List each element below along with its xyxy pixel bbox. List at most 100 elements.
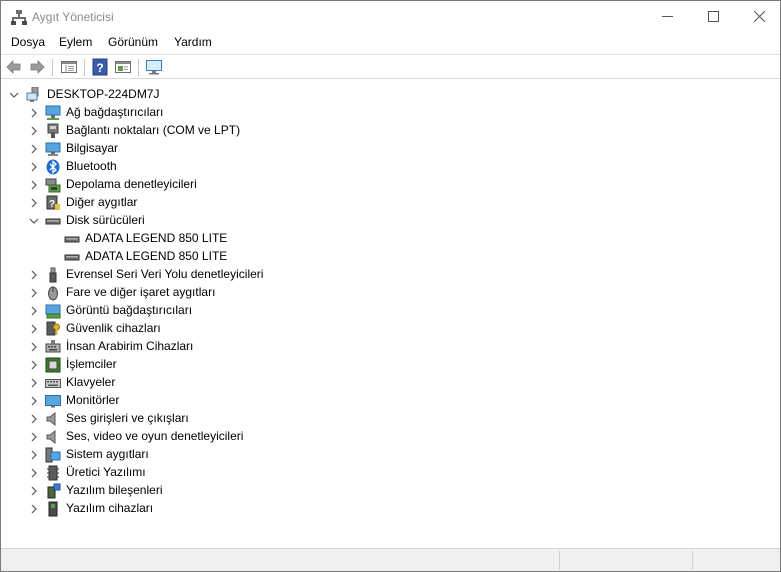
chevron-right-icon[interactable] [29, 126, 39, 136]
chevron-right-icon[interactable] [29, 486, 39, 496]
title-bar[interactable]: Aygıt Yöneticisi [1, 1, 780, 32]
chevron-right-icon[interactable] [29, 180, 39, 190]
device-tree[interactable]: DESKTOP-224DM7J Ağ bağdaştırıcıları Bağl… [1, 80, 780, 547]
svg-text:?: ? [96, 61, 103, 75]
chevron-right-icon[interactable] [29, 468, 39, 478]
chevron-right-icon[interactable] [29, 270, 39, 280]
unknown-device-icon: ? [45, 195, 61, 211]
network-adapter-icon [45, 105, 61, 121]
category-usb-controllers[interactable]: Evrensel Seri Veri Yolu denetleyicileri [66, 267, 263, 281]
toolbar-separator [52, 59, 53, 76]
chevron-right-icon[interactable] [29, 450, 39, 460]
security-device-icon [45, 321, 61, 337]
chevron-down-icon[interactable] [9, 90, 19, 100]
status-bar [1, 548, 780, 571]
properties-view-icon[interactable] [60, 58, 78, 76]
category-audio-inputs-outputs[interactable]: Ses girişleri ve çıkışları [66, 411, 189, 425]
category-system-devices[interactable]: Sistem aygıtları [66, 447, 149, 461]
category-network-adapters[interactable]: Ağ bağdaştırıcıları [66, 105, 163, 119]
category-disk-drives[interactable]: Disk sürücüleri [66, 213, 145, 227]
window-title: Aygıt Yöneticisi [32, 10, 114, 24]
monitor-icon [45, 393, 61, 409]
chevron-right-icon[interactable] [29, 504, 39, 514]
svg-text:?: ? [49, 199, 55, 210]
close-icon [753, 11, 765, 22]
toolbar: ? [1, 54, 780, 79]
status-separator [692, 551, 693, 570]
speaker-icon [45, 429, 61, 445]
minimize-button[interactable] [644, 1, 690, 32]
toolbar-separator [84, 59, 85, 76]
forward-icon[interactable] [28, 58, 46, 76]
system-device-icon [45, 447, 61, 463]
menu-dosya[interactable]: Dosya [11, 35, 45, 49]
bluetooth-icon [45, 159, 61, 175]
category-storage-controllers[interactable]: Depolama denetleyicileri [66, 177, 197, 191]
root-computer-label[interactable]: DESKTOP-224DM7J [47, 87, 159, 101]
chevron-right-icon[interactable] [29, 306, 39, 316]
category-processors[interactable]: İşlemciler [66, 357, 117, 371]
chevron-right-icon[interactable] [29, 360, 39, 370]
category-monitors[interactable]: Monitörler [66, 393, 119, 407]
port-icon [45, 123, 61, 139]
category-sound-video-game-controllers[interactable]: Ses, video ve oyun denetleyicileri [66, 429, 243, 443]
chevron-right-icon[interactable] [29, 414, 39, 424]
category-software-components[interactable]: Yazılım bileşenleri [66, 483, 162, 497]
hid-icon [45, 339, 61, 355]
close-button[interactable] [736, 1, 781, 32]
monitor-scan-icon[interactable] [145, 58, 163, 76]
chevron-right-icon[interactable] [29, 432, 39, 442]
chevron-right-icon[interactable] [29, 198, 39, 208]
action-view-icon[interactable] [114, 58, 132, 76]
category-other-devices[interactable]: Diğer aygıtlar [66, 195, 137, 209]
category-firmware[interactable]: Üretici Yazılımı [66, 465, 146, 479]
category-keyboards[interactable]: Klavyeler [66, 375, 115, 389]
chevron-right-icon[interactable] [29, 324, 39, 334]
chevron-right-icon[interactable] [29, 162, 39, 172]
toolbar-separator [138, 59, 139, 76]
keyboard-icon [45, 375, 61, 391]
device-manager-icon [11, 9, 27, 25]
category-display-adapters[interactable]: Görüntü bağdaştırıcıları [66, 303, 192, 317]
mouse-icon [45, 285, 61, 301]
storage-controller-icon [45, 177, 61, 193]
chevron-right-icon[interactable] [29, 378, 39, 388]
chevron-right-icon[interactable] [29, 342, 39, 352]
processor-icon [45, 357, 61, 373]
menu-eylem[interactable]: Eylem [59, 35, 92, 49]
display-adapter-icon [45, 303, 61, 319]
category-software-devices[interactable]: Yazılım cihazları [66, 501, 153, 515]
maximize-icon [707, 11, 719, 22]
disk-drive-icon [45, 213, 61, 229]
back-icon[interactable] [5, 58, 23, 76]
chevron-right-icon[interactable] [29, 396, 39, 406]
menu-bar: Dosya Eylem Görünüm Yardım [1, 32, 780, 53]
firmware-icon [45, 465, 61, 481]
disk-drive-icon [64, 231, 80, 247]
category-human-interface-devices[interactable]: İnsan Arabirim Cihazları [66, 339, 193, 353]
category-security-devices[interactable]: Güvenlik cihazları [66, 321, 161, 335]
status-separator [559, 551, 560, 570]
category-ports[interactable]: Bağlantı noktaları (COM ve LPT) [66, 123, 240, 137]
help-icon[interactable]: ? [91, 58, 109, 76]
chevron-down-icon[interactable] [29, 216, 39, 226]
software-component-icon [45, 483, 61, 499]
menu-yardim[interactable]: Yardım [174, 35, 212, 49]
category-computer[interactable]: Bilgisayar [66, 141, 118, 155]
category-bluetooth[interactable]: Bluetooth [66, 159, 117, 173]
usb-icon [45, 267, 61, 283]
chevron-right-icon[interactable] [29, 144, 39, 154]
computer-icon [45, 141, 61, 157]
chevron-right-icon[interactable] [29, 288, 39, 298]
speaker-icon [45, 411, 61, 427]
maximize-button[interactable] [690, 1, 736, 32]
disk-drive-item[interactable]: ADATA LEGEND 850 LITE [85, 231, 227, 245]
category-mice[interactable]: Fare ve diğer işaret aygıtları [66, 285, 215, 299]
minimize-icon [661, 16, 673, 17]
chevron-right-icon[interactable] [29, 108, 39, 118]
disk-drive-item[interactable]: ADATA LEGEND 850 LITE [85, 249, 227, 263]
device-manager-window: Aygıt Yöneticisi Dosya Eylem Görünüm Yar… [0, 0, 781, 572]
menu-gorunum[interactable]: Görünüm [108, 35, 158, 49]
computer-icon [26, 86, 42, 103]
software-device-icon [45, 501, 61, 517]
